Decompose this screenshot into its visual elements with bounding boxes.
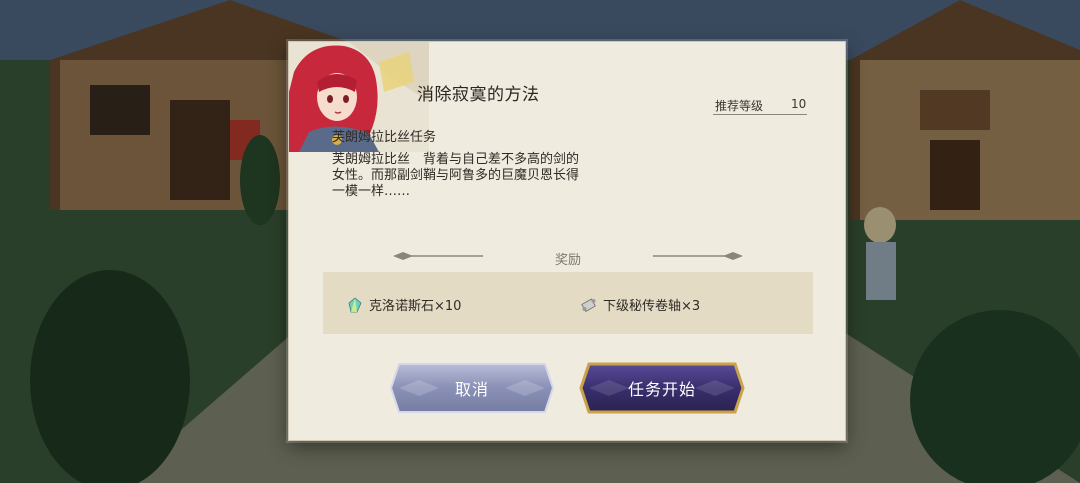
reward-label: 下级秘传卷轴×3 xyxy=(603,299,701,314)
recommended-level-label: 推荐等级 xyxy=(715,99,764,113)
scroll-icon xyxy=(581,297,597,313)
reward-item: 克洛诺斯石×10 xyxy=(347,295,461,314)
quest-description: 芙朗姆拉比丝 背着与自己差不多高的剑的女性。而那副剑鞘与阿鲁多的巨魔贝恩长得一模… xyxy=(332,152,580,199)
rewards-panel: 克洛诺斯石×10 下级秘传卷轴×3 xyxy=(323,272,813,334)
quest-title: 消除寂寞的方法 xyxy=(417,85,540,105)
start-quest-button[interactable]: 任务开始 xyxy=(579,362,745,414)
reward-item: 下级秘传卷轴×3 xyxy=(581,295,700,314)
reward-label: 克洛诺斯石×10 xyxy=(369,299,462,314)
cancel-button-label: 取消 xyxy=(454,380,489,399)
rewards-heading: 奖励 xyxy=(554,253,581,268)
crystal-icon xyxy=(347,296,363,313)
start-button-label: 任务开始 xyxy=(627,380,696,399)
quest-dialog: 消除寂寞的方法 推荐等级 10 芙朗姆拉比丝任务 芙朗姆拉比丝 背着与自己差不多… xyxy=(288,41,846,441)
recommended-level-value: 10 xyxy=(791,97,807,111)
quest-type: 芙朗姆拉比丝任务 xyxy=(332,130,437,145)
cancel-button[interactable]: 取消 xyxy=(389,362,555,414)
divider-ornament-right xyxy=(653,252,743,260)
level-underline xyxy=(713,114,807,115)
